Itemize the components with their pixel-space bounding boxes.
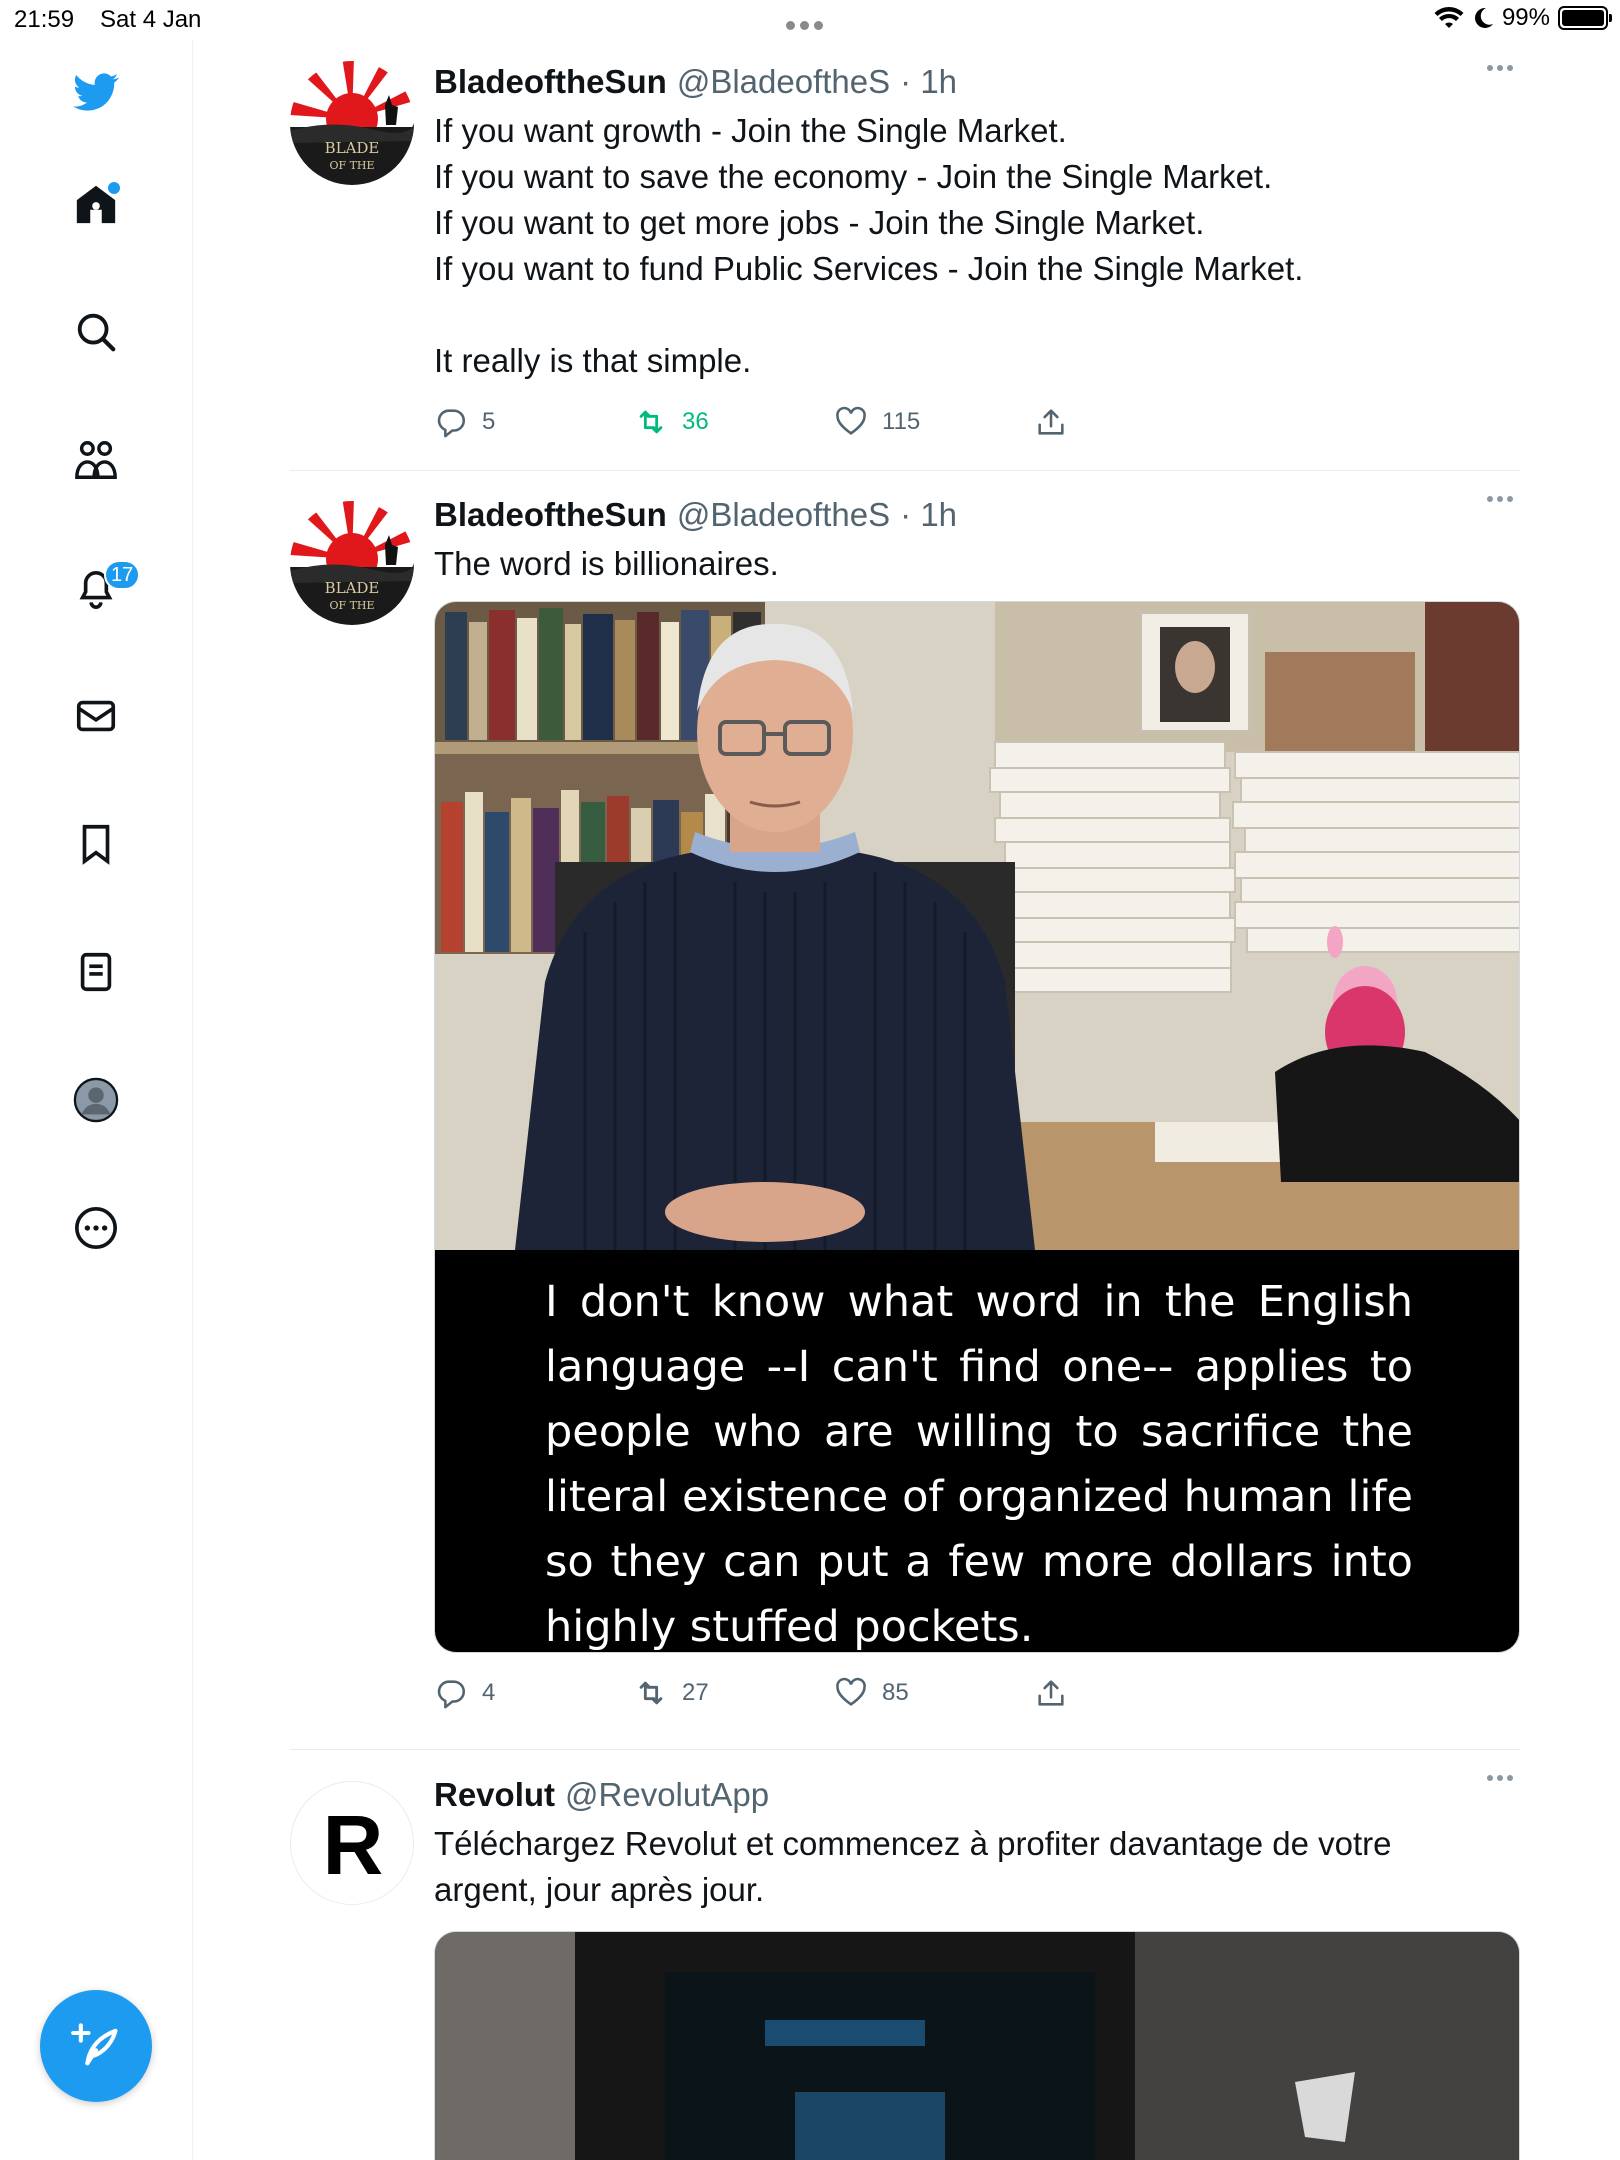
share-icon <box>1038 1680 1064 1706</box>
communities-icon[interactable] <box>64 428 128 492</box>
avatar[interactable]: R <box>290 1781 414 1905</box>
do-not-disturb-icon <box>1474 7 1493 28</box>
reply-count: 4 <box>482 1679 496 1706</box>
tweet-actions: 5 36 115 <box>434 392 1520 452</box>
author-name[interactable]: BladeoftheSun <box>434 60 667 104</box>
avatar-logo-text: BLADE <box>325 579 380 597</box>
author-handle[interactable]: @RevolutApp <box>565 1773 769 1817</box>
tweet-line: If you want to save the economy - Join t… <box>434 158 1273 195</box>
heart-icon <box>836 406 866 435</box>
tweet-line: If you want growth - Join the Single Mar… <box>434 112 1067 149</box>
retweet-count: 36 <box>682 408 709 435</box>
battery-percent: 99% <box>1501 4 1550 31</box>
svg-text:OF THE: OF THE <box>329 159 374 172</box>
revolut-logo-icon: R <box>323 1798 384 1892</box>
twitter-logo-icon[interactable] <box>64 60 128 124</box>
more-icon[interactable] <box>64 1196 128 1260</box>
tweet-time[interactable]: · 1h <box>900 493 957 537</box>
battery-icon <box>1558 6 1612 30</box>
like-button[interactable]: 115 <box>834 405 1034 439</box>
bookmarks-icon[interactable] <box>64 812 128 876</box>
messages-icon[interactable] <box>64 684 128 748</box>
sidebar: 17 <box>0 40 193 2160</box>
author-handle[interactable]: @BladeoftheS <box>677 60 890 104</box>
author-handle[interactable]: @BladeoftheS <box>677 493 890 537</box>
tweet-text: The word is billionaires. <box>434 541 1520 587</box>
tweet[interactable]: BLADE OF THE BladeoftheSun @BladeoftheS … <box>290 40 1520 471</box>
reply-icon <box>437 1680 466 1709</box>
reply-button[interactable]: 4 <box>434 1676 634 1710</box>
retweet-icon <box>639 1681 663 1705</box>
more-options-icon[interactable] <box>1480 58 1520 78</box>
more-options-icon[interactable] <box>1480 489 1520 509</box>
lists-icon[interactable] <box>64 940 128 1004</box>
retweet-button[interactable]: 27 <box>634 1676 834 1710</box>
media-caption-text: I don't know what word in the English la… <box>435 1250 1519 1652</box>
status-right: 99% <box>1434 4 1612 32</box>
share-icon <box>1038 409 1064 435</box>
heart-icon <box>836 1677 866 1706</box>
author-name[interactable]: BladeoftheSun <box>434 493 667 537</box>
timeline: BLADE OF THE BladeoftheSun @BladeoftheS … <box>290 40 1520 2160</box>
like-count: 115 <box>882 408 921 435</box>
tweet-line: If you want to fund Public Services - Jo… <box>434 250 1304 287</box>
reply-icon <box>437 409 466 438</box>
tweet-header: Revolut @RevolutApp <box>434 1773 1520 1817</box>
avatar[interactable]: BLADE OF THE <box>290 61 414 185</box>
profile-icon[interactable] <box>64 1068 128 1132</box>
tweet-line: It really is that simple. <box>434 342 752 379</box>
tweet[interactable]: R Revolut @RevolutApp Téléchargez Revolu… <box>290 1750 1520 2160</box>
more-options-icon[interactable] <box>1480 1768 1520 1788</box>
tweet-line: argent, jour après jour. <box>434 1871 765 1908</box>
tweet-text: If you want growth - Join the Single Mar… <box>434 108 1520 384</box>
compose-tweet-button[interactable] <box>40 1990 152 2102</box>
notifications-icon[interactable]: 17 <box>64 556 141 620</box>
tweet-time[interactable]: · 1h <box>900 60 957 104</box>
author-name[interactable]: Revolut <box>434 1773 555 1817</box>
tweet-header: BladeoftheSun @BladeoftheS · 1h <box>434 493 1520 537</box>
tweet-text: Téléchargez Revolut et commencez à profi… <box>434 1821 1520 1913</box>
share-button[interactable] <box>1034 405 1234 439</box>
retweet-count: 27 <box>682 1679 709 1706</box>
tweet-body: BladeoftheSun @BladeoftheS · 1h The word… <box>434 471 1520 1723</box>
tweet-line: If you want to get more jobs - Join the … <box>434 204 1205 241</box>
svg-text:OF THE: OF THE <box>329 599 374 612</box>
media-photo <box>435 602 1519 1250</box>
multitasking-dots-icon[interactable] <box>786 8 836 30</box>
status-bar: 21:59 Sat 4 Jan 99% <box>0 0 1620 40</box>
home-icon[interactable] <box>64 172 128 236</box>
compose-tweet-icon <box>71 2023 118 2066</box>
tweet-line: The word is billionaires. <box>434 545 779 582</box>
avatar[interactable]: BLADE OF THE <box>290 501 414 625</box>
tweet-body: BladeoftheSun @BladeoftheS · 1h If you w… <box>434 40 1520 452</box>
tweet-actions: 4 27 85 <box>434 1663 1520 1723</box>
tweet-line: Téléchargez Revolut et commencez à profi… <box>434 1825 1392 1862</box>
reply-count: 5 <box>482 408 496 435</box>
home-new-dot <box>108 182 120 194</box>
search-icon[interactable] <box>64 300 128 364</box>
tweet[interactable]: BLADE OF THE BladeoftheSun @BladeoftheS … <box>290 471 1520 1750</box>
tweet-media-video[interactable] <box>434 1931 1520 2160</box>
status-date: Sat 4 Jan <box>100 6 202 33</box>
tweet-media-image[interactable]: I don't know what word in the English la… <box>434 601 1520 1653</box>
share-button[interactable] <box>1034 1676 1234 1710</box>
tweet-header: BladeoftheSun @BladeoftheS · 1h <box>434 60 1520 104</box>
wifi-icon <box>1434 7 1464 28</box>
like-count: 85 <box>882 1679 909 1706</box>
retweet-icon <box>639 410 663 434</box>
tweet-body: Revolut @RevolutApp Téléchargez Revolut … <box>434 1750 1520 2160</box>
status-time: 21:59 <box>14 6 75 33</box>
like-button[interactable]: 85 <box>834 1676 1034 1710</box>
avatar-logo-text: BLADE <box>325 139 380 157</box>
retweet-button[interactable]: 36 <box>634 405 834 439</box>
tweet-line <box>434 292 1520 338</box>
reply-button[interactable]: 5 <box>434 405 634 439</box>
notifications-badge: 17 <box>104 560 141 590</box>
